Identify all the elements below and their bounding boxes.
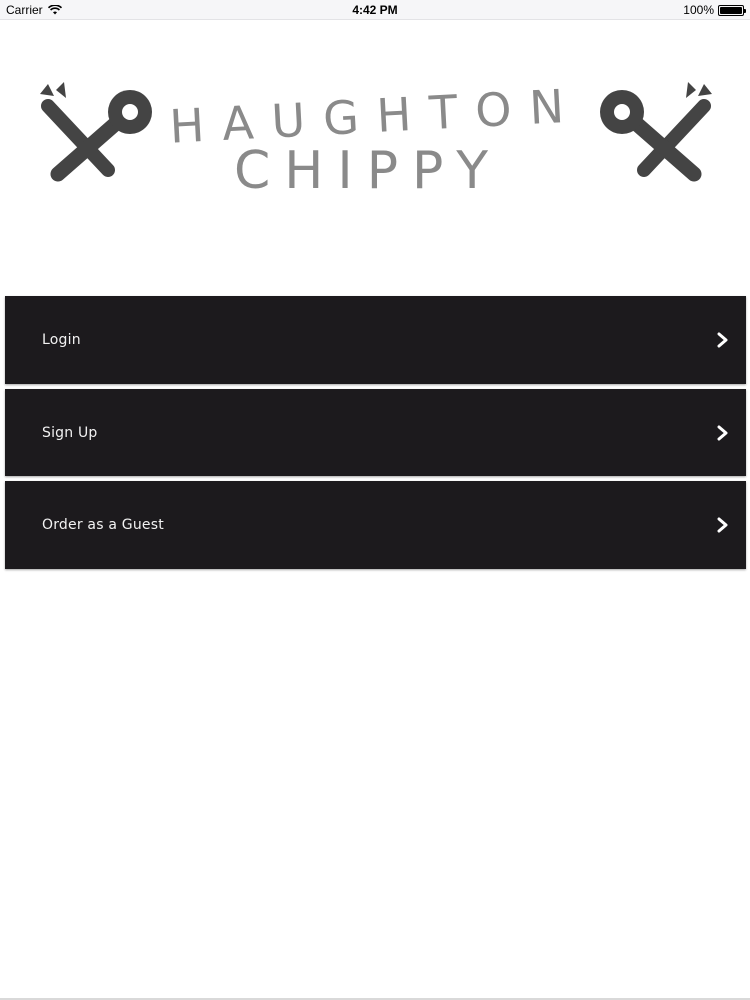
battery-icon — [718, 4, 746, 16]
battery-fill — [720, 6, 742, 14]
chevron-right-icon — [717, 425, 728, 440]
status-right: 100% — [683, 3, 746, 17]
left-utensils-icon — [40, 82, 152, 182]
status-bar: Carrier 4:42 PM 100% — [0, 0, 750, 20]
sign-up-label: Sign Up — [42, 424, 98, 441]
order-as-guest-button[interactable]: Order as a Guest — [5, 481, 746, 569]
app-screen: Carrier 4:42 PM 100% HAUGHTON CHIPPY Log… — [0, 0, 750, 1000]
chevron-right-icon — [717, 332, 728, 348]
right-utensils-icon — [600, 82, 712, 182]
login-button[interactable]: Login — [5, 296, 746, 384]
main-menu: Login Sign Up Order as a Guest — [5, 296, 746, 574]
order-as-guest-label: Order as a Guest — [42, 517, 164, 533]
logo-line-2: CHIPPY — [234, 141, 502, 201]
chevron-right-icon — [717, 517, 728, 533]
login-label: Login — [42, 332, 81, 348]
haughton-chippy-logo: HAUGHTON CHIPPY — [40, 82, 712, 201]
status-time: 4:42 PM — [352, 3, 398, 17]
battery-percent: 100% — [683, 3, 714, 17]
sign-up-button[interactable]: Sign Up — [5, 389, 746, 476]
